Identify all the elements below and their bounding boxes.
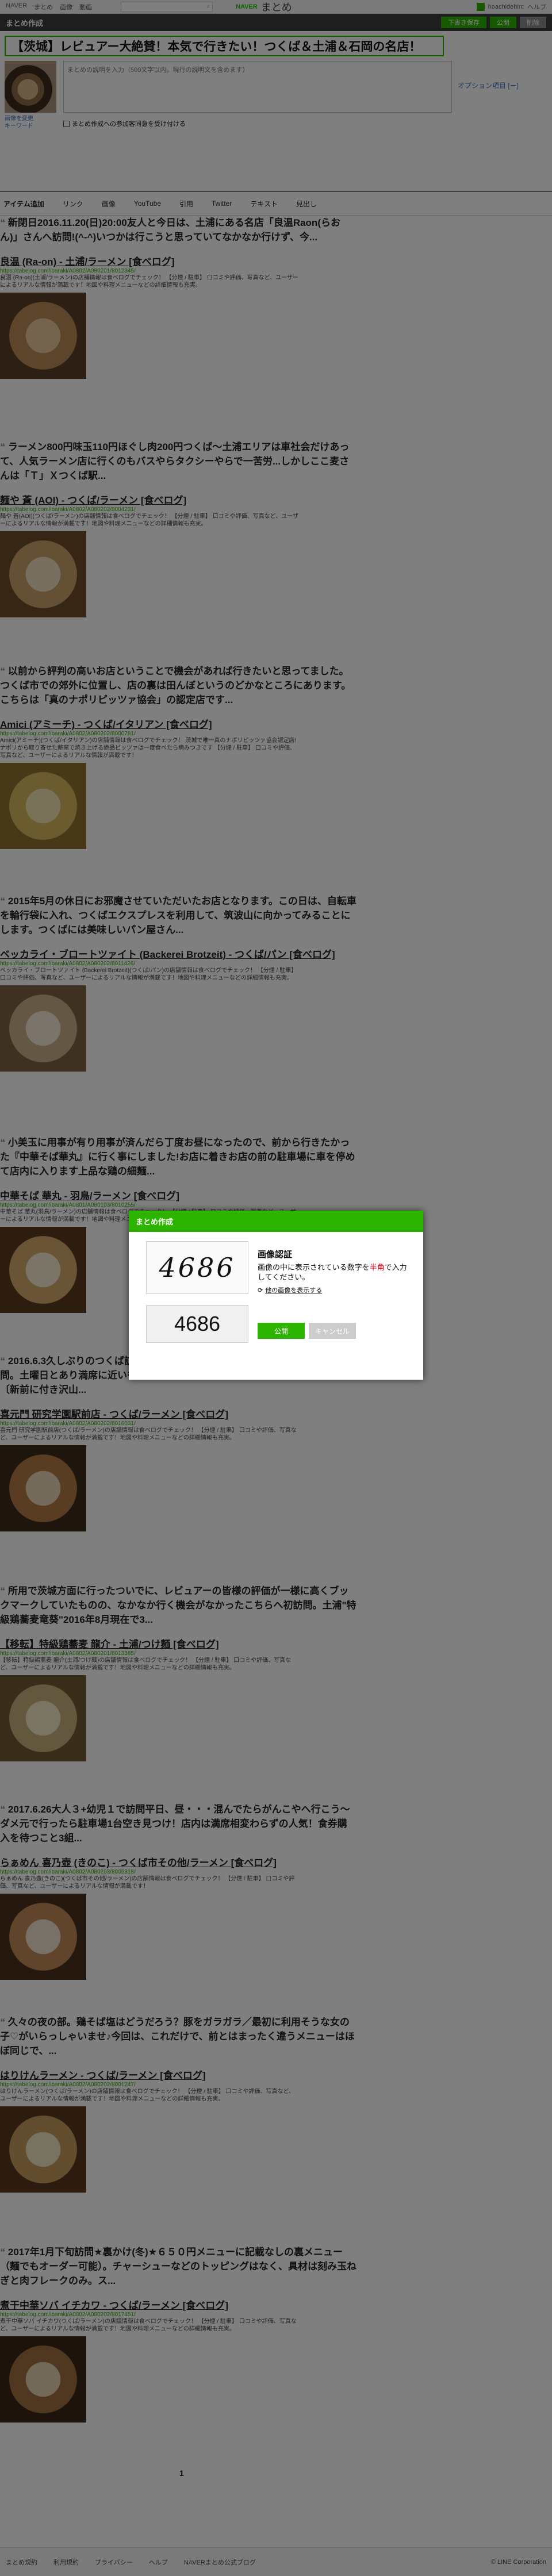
modal-title: 画像認証: [258, 1250, 293, 1260]
modal-header: まとめ作成: [129, 1211, 423, 1232]
refresh-icon: ⟳: [258, 1287, 263, 1294]
captcha-cancel-button[interactable]: キャンセル: [309, 1323, 356, 1339]
captcha-modal: まとめ作成 4686 画像認証 画像の中に表示されている数字を半角で入力してくだ…: [129, 1211, 423, 1380]
captcha-image: 4686: [146, 1241, 248, 1294]
captcha-ok-button[interactable]: 公開: [258, 1323, 305, 1339]
modal-instructions: 画像の中に表示されている数字を半角で入力してください。: [258, 1263, 407, 1281]
captcha-input[interactable]: [146, 1305, 248, 1343]
refresh-captcha-link[interactable]: ⟳ 他の画像を表示する: [258, 1285, 322, 1295]
